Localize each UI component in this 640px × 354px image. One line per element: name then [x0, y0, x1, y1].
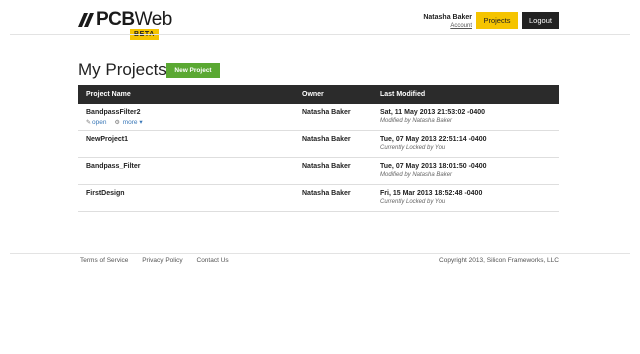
owner-cell: Natasha Baker [302, 190, 351, 197]
row-actions: ✎open ⚙ more ▾ [86, 118, 143, 126]
projects-button[interactable]: Projects [476, 12, 518, 29]
modified-date: Tue, 07 May 2013 22:51:14 -0400 [380, 136, 487, 143]
user-name: Natasha Baker [423, 14, 472, 21]
terms-of-service-link[interactable]: Terms of Service [80, 257, 128, 264]
column-header-owner[interactable]: Owner [302, 85, 324, 104]
projects-table: Project Name Owner Last Modified Bandpas… [78, 85, 559, 212]
pcb-logo-icon [78, 13, 94, 27]
modified-note: Currently Locked by You [380, 145, 446, 151]
logout-button[interactable]: Logout [522, 12, 559, 29]
modified-date: Fri, 15 Mar 2013 18:52:48 -0400 [380, 190, 483, 197]
column-header-last-modified[interactable]: Last Modified [380, 85, 425, 104]
project-name-link[interactable]: BandpassFilter2 [86, 109, 140, 116]
owner-cell: Natasha Baker [302, 163, 351, 170]
footer-divider [10, 253, 630, 254]
modified-date: Tue, 07 May 2013 18:01:50 -0400 [380, 163, 487, 170]
account-link[interactable]: Account [423, 22, 472, 30]
contact-us-link[interactable]: Contact Us [197, 257, 229, 264]
copyright-text: Copyright 2013, Silicon Frameworks, LLC [439, 257, 559, 264]
modified-note: Modified by Natasha Baker [380, 118, 453, 124]
project-name-link[interactable]: FirstDesign [86, 190, 125, 197]
page-title: My Projects [78, 60, 167, 79]
account-info: Natasha Baker Account [423, 14, 472, 30]
new-project-button[interactable]: New Project [166, 63, 220, 78]
modified-date: Sat, 11 May 2013 21:53:02 -0400 [380, 109, 486, 116]
header-divider [10, 34, 630, 35]
owner-cell: Natasha Baker [302, 109, 351, 116]
modified-note: Modified by Natasha Baker [380, 172, 453, 178]
project-name-link[interactable]: NewProject1 [86, 136, 128, 143]
gear-icon: ⚙ [114, 120, 120, 126]
table-row[interactable]: Bandpass_Filter Natasha Baker Tue, 07 Ma… [78, 158, 559, 185]
footer-links: Terms of Service Privacy Policy Contact … [80, 257, 241, 264]
project-name-link[interactable]: Bandpass_Filter [86, 163, 140, 170]
more-menu[interactable]: more [123, 119, 138, 126]
chevron-down-icon[interactable]: ▾ [139, 119, 142, 126]
open-link[interactable]: open [92, 119, 106, 126]
table-row[interactable]: BandpassFilter2 ✎open ⚙ more ▾ Natasha Ba… [78, 104, 559, 131]
open-icon: ✎ [86, 120, 92, 126]
table-row[interactable]: FirstDesign Natasha Baker Fri, 15 Mar 20… [78, 185, 559, 212]
privacy-policy-link[interactable]: Privacy Policy [142, 257, 182, 264]
modified-note: Currently Locked by You [380, 199, 446, 205]
column-header-project-name[interactable]: Project Name [86, 85, 131, 104]
table-row[interactable]: NewProject1 Natasha Baker Tue, 07 May 20… [78, 131, 559, 158]
table-header: Project Name Owner Last Modified [78, 85, 559, 104]
owner-cell: Natasha Baker [302, 136, 351, 143]
brand-name: PCBWeb [96, 9, 172, 30]
